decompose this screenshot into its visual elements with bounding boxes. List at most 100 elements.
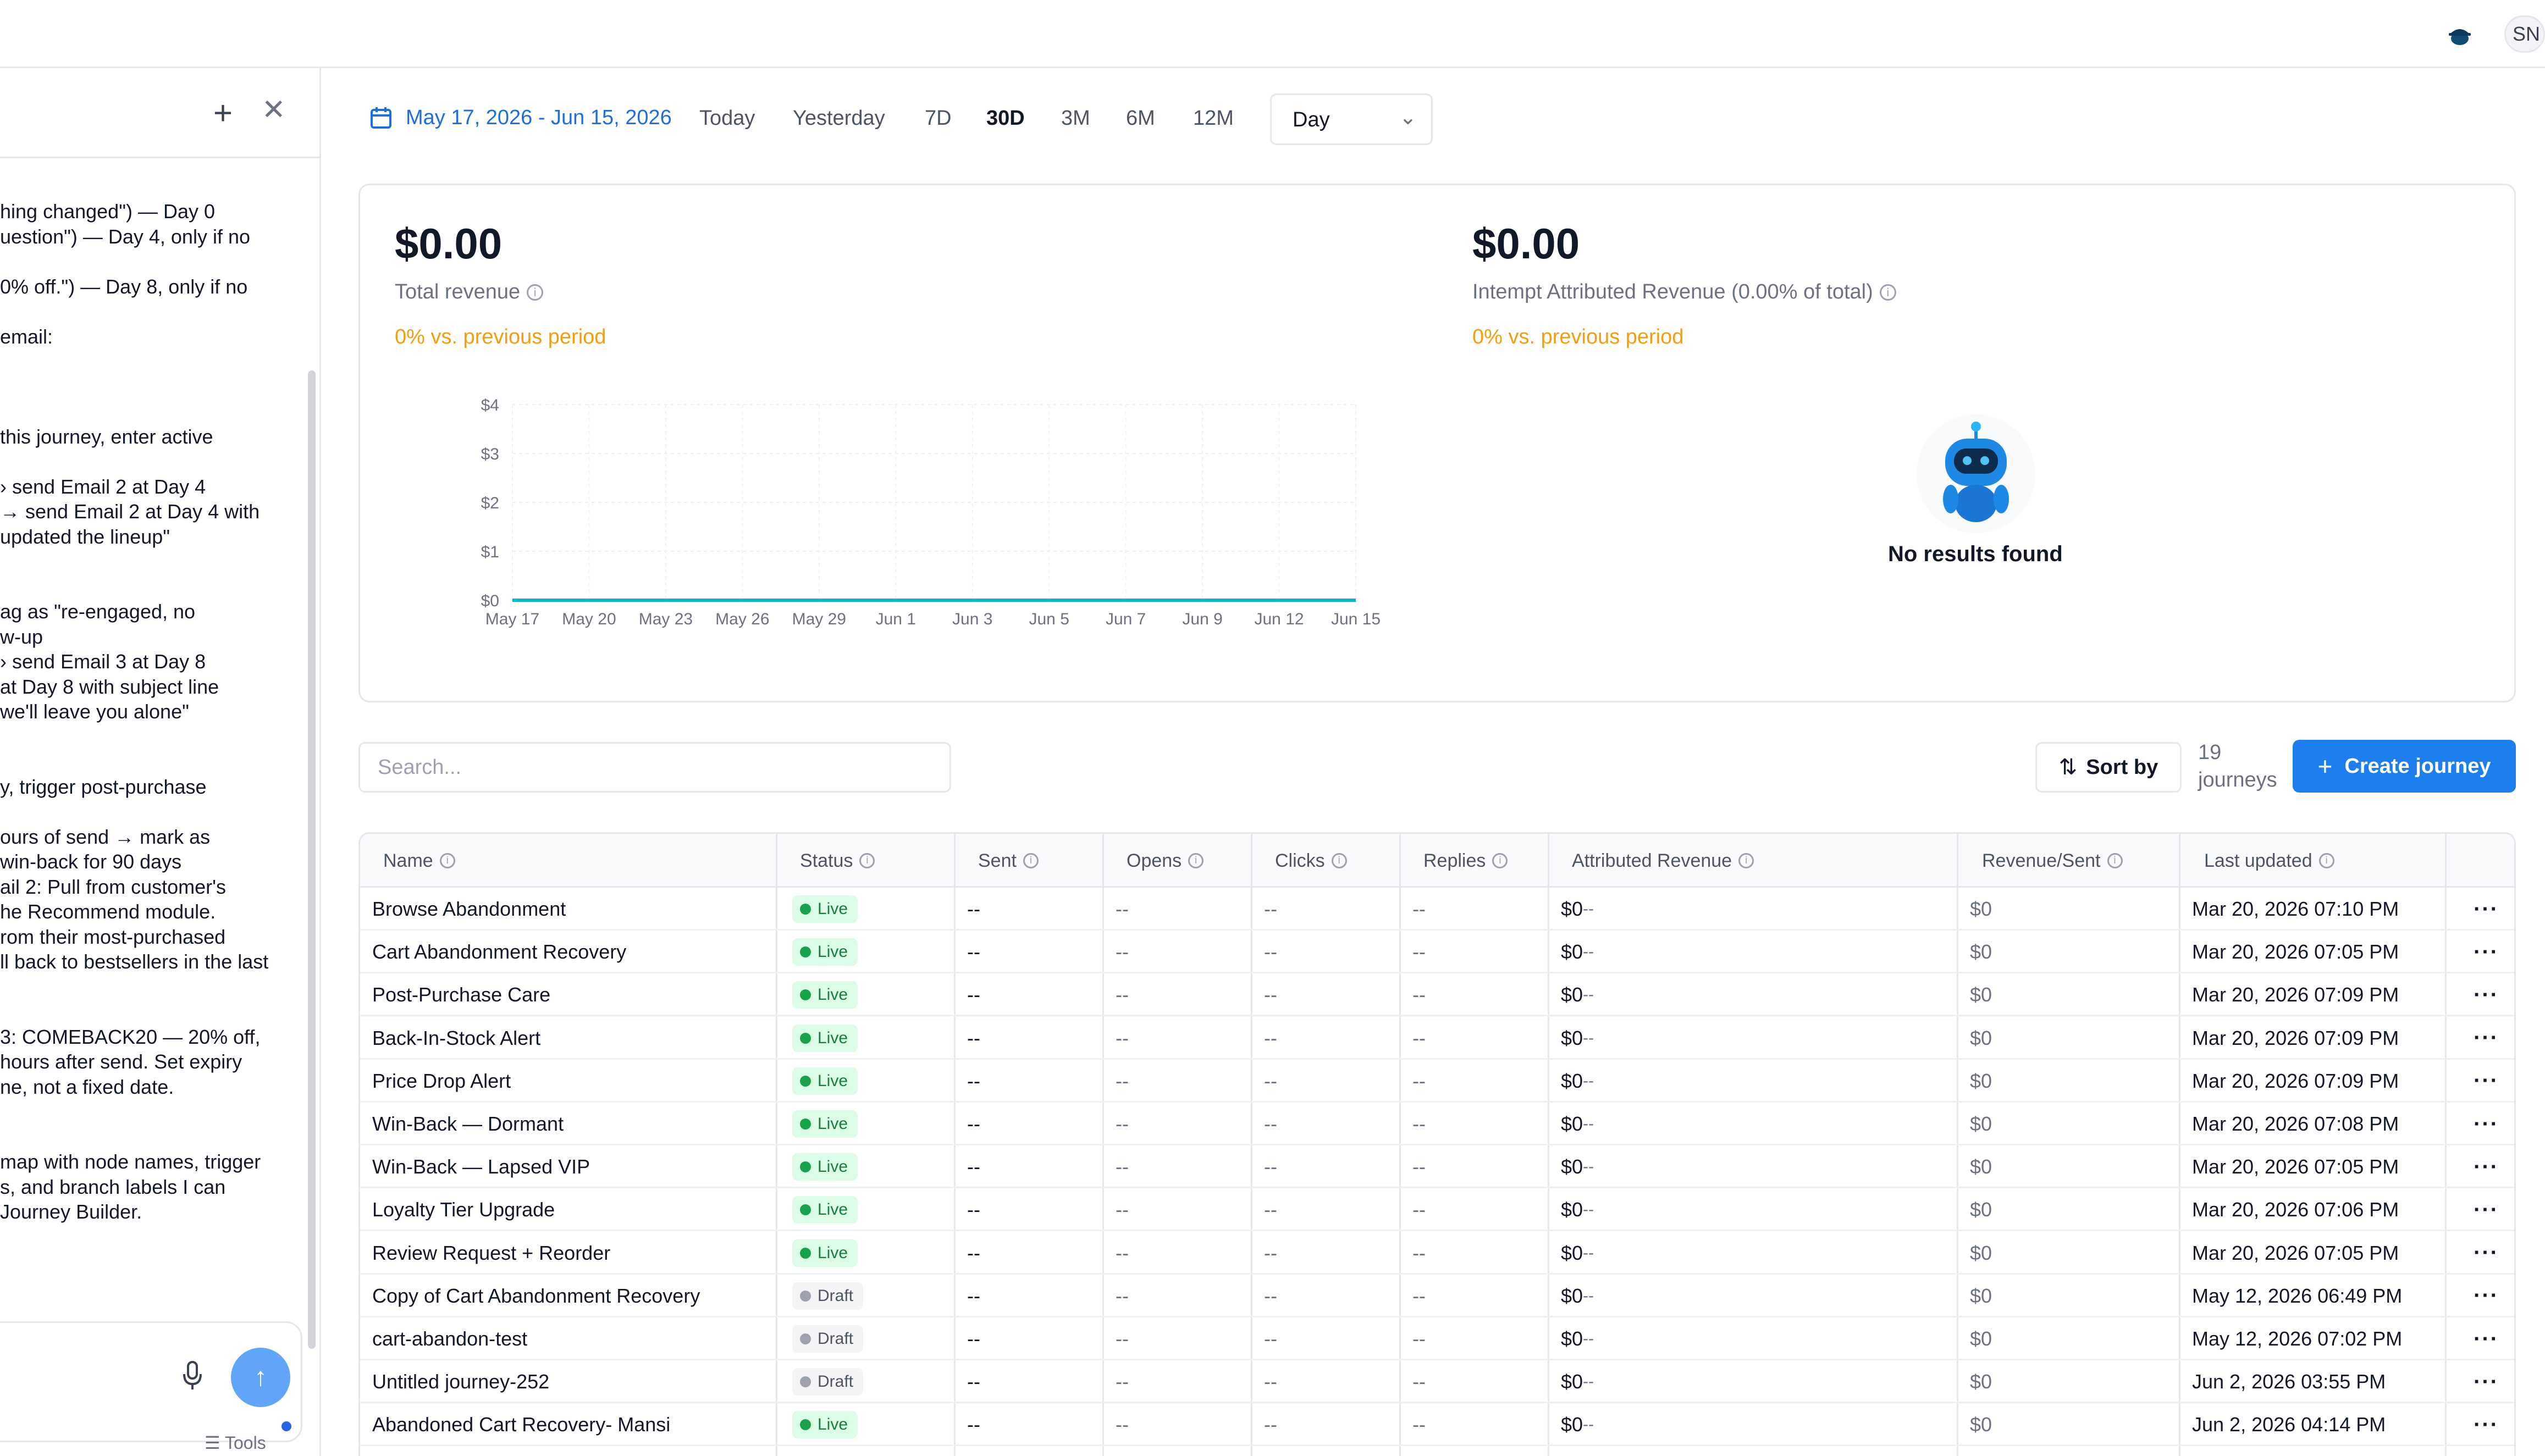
info-icon[interactable]: i [2107, 853, 2123, 868]
more-horizontal-icon[interactable]: ··· [2474, 1403, 2499, 1446]
avatar[interactable]: SN [2504, 15, 2545, 53]
info-icon[interactable]: i [1188, 853, 1204, 868]
date-range-picker[interactable]: May 17, 2026 - Jun 15, 2026 [369, 106, 672, 130]
chat-text-line: Journey Builder. [0, 1200, 142, 1223]
revenue-delta: -- [1583, 943, 1594, 961]
more-horizontal-icon[interactable]: ··· [2474, 1275, 2499, 1317]
table-row[interactable]: Untitled journey-252 Draft -- -- -- -- $0 -- $0… [360, 1360, 2514, 1404]
table-row[interactable]: Post-Purchase Care Live -- -- -- -- $0 -- $0 Mar… [360, 973, 2514, 1017]
more-horizontal-icon[interactable]: ··· [2474, 973, 2499, 1016]
name-cell[interactable]: Back-In-Stock Alert [372, 1017, 540, 1060]
table-row[interactable]: Loyalty Tier Upgrade Live -- -- -- -- $0 -- $0 M… [360, 1188, 2514, 1232]
info-icon[interactable]: i [1879, 284, 1896, 301]
name-cell[interactable]: Loyalty Tier Upgrade [372, 1188, 555, 1231]
table-row[interactable]: Win-Back — Dormant Live -- -- -- -- $0 -- $0 Mar… [360, 1103, 2514, 1145]
opens-cell: -- [1116, 1413, 1129, 1436]
y-tick-label: $4 [481, 396, 499, 414]
info-icon[interactable]: i [1331, 853, 1347, 868]
name-cell[interactable]: Untitled journey-252 [372, 1360, 549, 1403]
plus-icon[interactable]: + [213, 97, 233, 130]
column-header-name[interactable]: Name i [383, 834, 455, 888]
table-row[interactable]: Price Drop Alert Live -- -- -- -- $0 -- $0 Mar 2… [360, 1060, 2514, 1103]
close-icon[interactable]: ✕ [262, 96, 286, 124]
name-cell[interactable]: Abandoned Cart Recovery- Mansi [372, 1403, 670, 1446]
microphone-icon[interactable] [181, 1360, 203, 1391]
more-horizontal-icon[interactable]: ··· [2474, 1017, 2499, 1060]
more-horizontal-icon[interactable]: ··· [2474, 888, 2499, 931]
column-header-replies[interactable]: Replies i [1423, 834, 1508, 888]
create-journey-button[interactable]: + Create journey [2293, 740, 2516, 793]
range-12m[interactable]: 12M [1193, 107, 1234, 130]
column-header-clicks[interactable]: Clicks i [1275, 834, 1347, 888]
column-header-attributed-revenue[interactable]: Attributed Revenue i [1572, 834, 1754, 888]
granularity-select[interactable]: Day ⌄ [1270, 93, 1433, 145]
name-cell[interactable]: cart-abandon-test [372, 1317, 527, 1360]
name-cell[interactable]: Review Request + Reorder [372, 1232, 610, 1275]
table-row[interactable]: Abandoned Cart Recovery- Mansi Live -- -- --… [360, 1403, 2514, 1447]
info-icon[interactable]: i [439, 853, 455, 868]
info-icon[interactable]: i [2318, 853, 2334, 868]
rps-cell: $0 [1970, 1198, 1992, 1221]
table-row[interactable]: Win-Back — Lapsed VIP Live -- -- -- -- $0 -- $0… [360, 1145, 2514, 1189]
table-row[interactable]: Browse Abandonment Live -- -- -- -- $0 -- $0 Mar… [360, 888, 2514, 931]
more-horizontal-icon[interactable]: ··· [2474, 1360, 2499, 1403]
journey-count-number: 19 [2198, 741, 2222, 764]
sort-label: Sort by [2086, 755, 2158, 779]
robot-hat-icon[interactable] [2447, 22, 2473, 46]
top-bar: SN [0, 0, 2545, 68]
more-horizontal-icon[interactable]: ··· [2474, 1060, 2499, 1103]
table-row[interactable]: Copy of Cart Abandonment Recovery Draft --… [360, 1275, 2514, 1317]
column-header-revenue-per-sent[interactable]: Revenue/Sent i [1982, 834, 2123, 888]
x-tick-label: Jun 1 [876, 610, 916, 628]
range-6m[interactable]: 6M [1126, 107, 1155, 130]
more-horizontal-icon[interactable]: ··· [2474, 1103, 2499, 1145]
info-icon[interactable]: i [1492, 853, 1508, 868]
revenue-delta: -- [1583, 1200, 1594, 1219]
send-button[interactable]: ↑ [231, 1348, 290, 1407]
info-icon[interactable]: i [1023, 853, 1039, 868]
more-horizontal-icon[interactable]: ··· [2474, 1188, 2499, 1231]
range-yesterday[interactable]: Yesterday [793, 107, 885, 130]
clicks-cell: -- [1264, 1327, 1277, 1350]
name-cell[interactable]: Cart Abandonment Recovery [372, 931, 626, 973]
more-horizontal-icon[interactable]: ··· [2474, 1232, 2499, 1275]
tools-button[interactable]: ☰ Tools [205, 1432, 266, 1453]
status-cell: Live [792, 973, 858, 1016]
table-row[interactable]: Back-In-Stock Alert Live -- -- -- -- $0 -- $0 Ma… [360, 1017, 2514, 1060]
name-cell[interactable]: Copy of Cart Abandonment Recovery [372, 1275, 700, 1317]
name-cell[interactable]: Browse Abandonment [372, 888, 566, 931]
sort-button[interactable]: ⇅ Sort by [2035, 742, 2182, 793]
range-3m[interactable]: 3M [1061, 107, 1090, 130]
status-label: Live [818, 1158, 848, 1176]
table-row[interactable]: Review Request + Reorder Live -- -- -- -- $0 -… [360, 1232, 2514, 1275]
status-cell: Draft [792, 1317, 864, 1360]
column-header-sent[interactable]: Sent i [978, 834, 1039, 888]
chat-scrollbar-thumb[interactable] [308, 370, 316, 1349]
column-header-status[interactable]: Status i [800, 834, 875, 888]
info-icon[interactable]: i [859, 853, 875, 868]
revenue-value: $0 [1561, 940, 1583, 964]
more-horizontal-icon[interactable]: ··· [2474, 1145, 2499, 1188]
status-badge: Draft [792, 1325, 864, 1353]
table-row[interactable]: Cart Abandonment Recovery Live -- -- -- -- $0 … [360, 931, 2514, 974]
status-badge: Draft [792, 1282, 864, 1310]
more-horizontal-icon[interactable]: ··· [2474, 931, 2499, 973]
more-horizontal-icon[interactable]: ··· [2474, 1317, 2499, 1360]
info-icon[interactable]: i [1738, 853, 1754, 868]
name-cell[interactable]: Win-Back — Lapsed VIP [372, 1145, 590, 1188]
updated-cell: Mar 20, 2026 07:05 PM [2192, 1241, 2399, 1264]
search-input[interactable] [358, 742, 951, 793]
info-icon[interactable]: i [527, 284, 544, 301]
attributed-revenue-cell: $0 -- [1561, 1145, 1594, 1188]
name-cell[interactable]: Price Drop Alert [372, 1060, 511, 1103]
name-cell[interactable]: Win-Back — Dormant [372, 1103, 564, 1145]
name-cell[interactable]: Post-Purchase Care [372, 973, 550, 1016]
range-30d[interactable]: 30D [986, 107, 1025, 130]
range-7d[interactable]: 7D [925, 107, 952, 130]
column-header-last-updated[interactable]: Last updated i [2204, 834, 2334, 888]
clicks-cell: -- [1264, 1026, 1277, 1049]
range-today[interactable]: Today [699, 107, 755, 130]
column-header-opens[interactable]: Opens i [1127, 834, 1204, 888]
table-row[interactable]: cart-abandon-test Draft -- -- -- -- $0 -- $0 May… [360, 1317, 2514, 1360]
rps-cell: $0 [1970, 1241, 1992, 1264]
